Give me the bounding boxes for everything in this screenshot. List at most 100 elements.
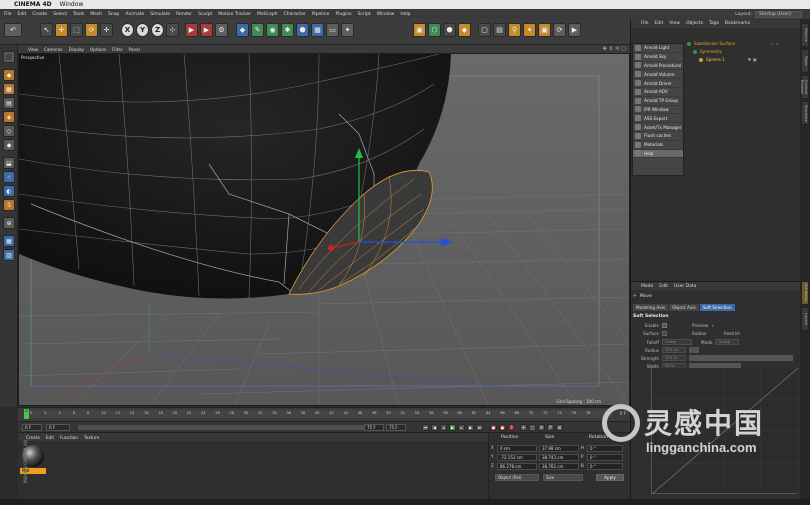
rotation-key-icon[interactable]: ⟳	[538, 424, 545, 431]
menu-mesh[interactable]: Mesh	[90, 12, 102, 17]
menu-edit[interactable]: Edit	[18, 12, 27, 17]
visibility-check-icon[interactable]: ✓ ✓	[771, 41, 779, 46]
polygons-mode-icon[interactable]: ◆	[458, 23, 471, 37]
strength-field[interactable]: 100 %	[662, 355, 686, 361]
play-icon[interactable]: ▶	[449, 424, 456, 431]
material-menu-texture[interactable]: Texture	[84, 435, 99, 440]
snap-palette-icon[interactable]: ⬓	[3, 157, 15, 169]
timeline[interactable]: 0 2 4 6 8 10 12 14 16 18 20 22 24 26 28 30 32 34 36 38 40 42 4…	[18, 407, 630, 421]
position-x-field[interactable]: 0 cm	[497, 445, 537, 452]
texture-mode-palette-icon[interactable]: ▦	[3, 83, 15, 95]
menu-simulate[interactable]: Simulate	[150, 12, 170, 17]
viewport-menu-options[interactable]: Options	[90, 47, 106, 52]
frame-range-slider[interactable]	[78, 425, 378, 430]
point-level-key-icon[interactable]: ⊞	[556, 424, 563, 431]
prev-key-icon[interactable]: ◀	[431, 424, 438, 431]
om-menu-tags[interactable]: Tags	[709, 21, 719, 26]
deformer-icon[interactable]: ⬢	[296, 23, 309, 37]
menu-item-arnold-procedural[interactable]: Arnold Procedural	[633, 62, 683, 71]
om-menu-bookmarks[interactable]: Bookmarks	[725, 21, 750, 26]
attr-menu-mode[interactable]: Mode	[641, 284, 653, 289]
grid-palette-icon[interactable]: ▦	[3, 235, 15, 247]
environment-icon[interactable]: ▦	[311, 23, 324, 37]
viewport-menu-filter[interactable]: Filter	[112, 47, 122, 52]
move-tool-icon[interactable]: ✛	[55, 23, 68, 37]
solo-palette-icon[interactable]: S	[3, 199, 15, 211]
model-mode-palette-icon[interactable]: ◆	[3, 69, 15, 81]
menu-item-ass-export[interactable]: ASS Export	[633, 114, 683, 124]
render-picture-viewer-icon[interactable]: ▶	[200, 23, 213, 37]
polygons-palette-icon[interactable]: ◆	[3, 139, 15, 151]
3d-viewport[interactable]: Perspective Grid Spacing : 100 cm	[18, 53, 630, 406]
menu-create[interactable]: Create	[32, 12, 47, 17]
prev-frame-icon[interactable]: ◂	[440, 424, 447, 431]
next-key-icon[interactable]: ▶	[467, 424, 474, 431]
material-menu-create[interactable]: Create	[26, 435, 40, 440]
parameter-key-icon[interactable]: P	[547, 424, 554, 431]
app-name-menu[interactable]: CINEMA 4D	[14, 1, 52, 8]
coordinate-mode-dropdown[interactable]: Object (Rel)	[495, 474, 539, 481]
position-key-icon[interactable]: ✛	[520, 424, 527, 431]
arnold-render-icon[interactable]: ▣	[538, 23, 551, 37]
maximize-viewport-icon[interactable]: ▢	[621, 46, 626, 52]
z-axis-lock-button[interactable]: Z	[151, 23, 164, 37]
mode-dropdown[interactable]: Group	[715, 339, 740, 345]
scale-key-icon[interactable]: ⬚	[529, 424, 536, 431]
workplane-palette-icon[interactable]: ▤	[3, 97, 15, 109]
menu-pipeline[interactable]: Pipeline	[312, 12, 330, 17]
render-view-icon[interactable]: ▶	[185, 23, 198, 37]
radius-field[interactable]: 100 cm	[662, 347, 686, 353]
coordinate-system-icon[interactable]: ⊹	[166, 23, 179, 37]
menu-snap[interactable]: Snap	[108, 12, 119, 17]
menu-render[interactable]: Render	[176, 12, 192, 17]
side-tab-content-browser[interactable]: Content Browser	[800, 75, 809, 99]
menu-sculpt[interactable]: Sculpt	[198, 12, 212, 17]
next-frame-icon[interactable]: ▸	[458, 424, 465, 431]
pen-spline-icon[interactable]: ✎	[251, 23, 264, 37]
menu-window[interactable]: Window	[377, 12, 395, 17]
points-mode-icon[interactable]: ⬡	[428, 23, 441, 37]
pan-icon[interactable]: ✥	[603, 46, 607, 52]
menu-character[interactable]: Character	[284, 12, 306, 17]
keyframe-selection-icon[interactable]: ?	[508, 424, 515, 431]
menu-plugins[interactable]: Plugins	[335, 12, 351, 17]
object-row-subdivision[interactable]: Subdivision Surface	[687, 41, 735, 46]
falloff-dropdown[interactable]: Linear	[662, 339, 692, 345]
axis-palette-icon[interactable]: ☝	[3, 171, 15, 183]
cube-object-icon[interactable]: ◆	[236, 23, 249, 37]
texture-mode-icon[interactable]: ▤	[493, 23, 506, 37]
viewport-camera-label[interactable]: Perspective	[21, 55, 44, 60]
camera-icon[interactable]: ▭	[326, 23, 339, 37]
material-menu-edit[interactable]: Edit	[46, 435, 54, 440]
layer-palette-icon[interactable]: ▥	[3, 249, 15, 261]
record-icon[interactable]: ●	[490, 424, 497, 431]
menu-item-materials[interactable]: Materials	[633, 141, 683, 150]
workplane-icon[interactable]: ✦	[523, 23, 536, 37]
end-frame-field[interactable]: 75 F	[386, 424, 406, 431]
tab-soft-selection[interactable]: Soft Selection	[699, 304, 735, 311]
menu-select[interactable]: Select	[53, 12, 67, 17]
zoom-icon[interactable]: ⇕	[609, 46, 613, 52]
start-frame-field[interactable]: 0 F	[22, 424, 42, 431]
strength-slider[interactable]	[689, 355, 793, 361]
edit-mode-icon[interactable]: ▣	[413, 23, 426, 37]
window-menu[interactable]: Window	[60, 1, 84, 8]
viewport-menu-display[interactable]: Display	[69, 47, 84, 52]
menu-item-ipr-window[interactable]: IPR Window	[633, 106, 683, 115]
size-mode-dropdown[interactable]: Size	[543, 474, 583, 481]
ipr-icon[interactable]: ⟳	[553, 23, 566, 37]
menu-item-arnold-sky[interactable]: Arnold Sky	[633, 53, 683, 62]
menu-item-help[interactable]: Help	[633, 149, 683, 159]
menu-item-arnold-volume[interactable]: Arnold Volume	[633, 70, 683, 80]
menu-motion-tracker[interactable]: Motion Tracker	[218, 12, 251, 17]
menu-tools[interactable]: Tools	[73, 12, 84, 17]
scripts-icon[interactable]: ▶	[568, 23, 581, 37]
subdivision-icon[interactable]: ◉	[266, 23, 279, 37]
make-editable-icon[interactable]: ⬛	[3, 51, 15, 63]
lock-palette-icon[interactable]: ⊕	[3, 217, 15, 229]
menu-help[interactable]: Help	[400, 12, 410, 17]
tweak-palette-icon[interactable]: ◐	[3, 185, 15, 197]
object-row-sphere[interactable]: Sphere.1 ✱ ▣	[699, 57, 757, 62]
menu-item-arnold-aov[interactable]: Arnold AOV	[633, 88, 683, 97]
menu-animate[interactable]: Animate	[125, 12, 144, 17]
